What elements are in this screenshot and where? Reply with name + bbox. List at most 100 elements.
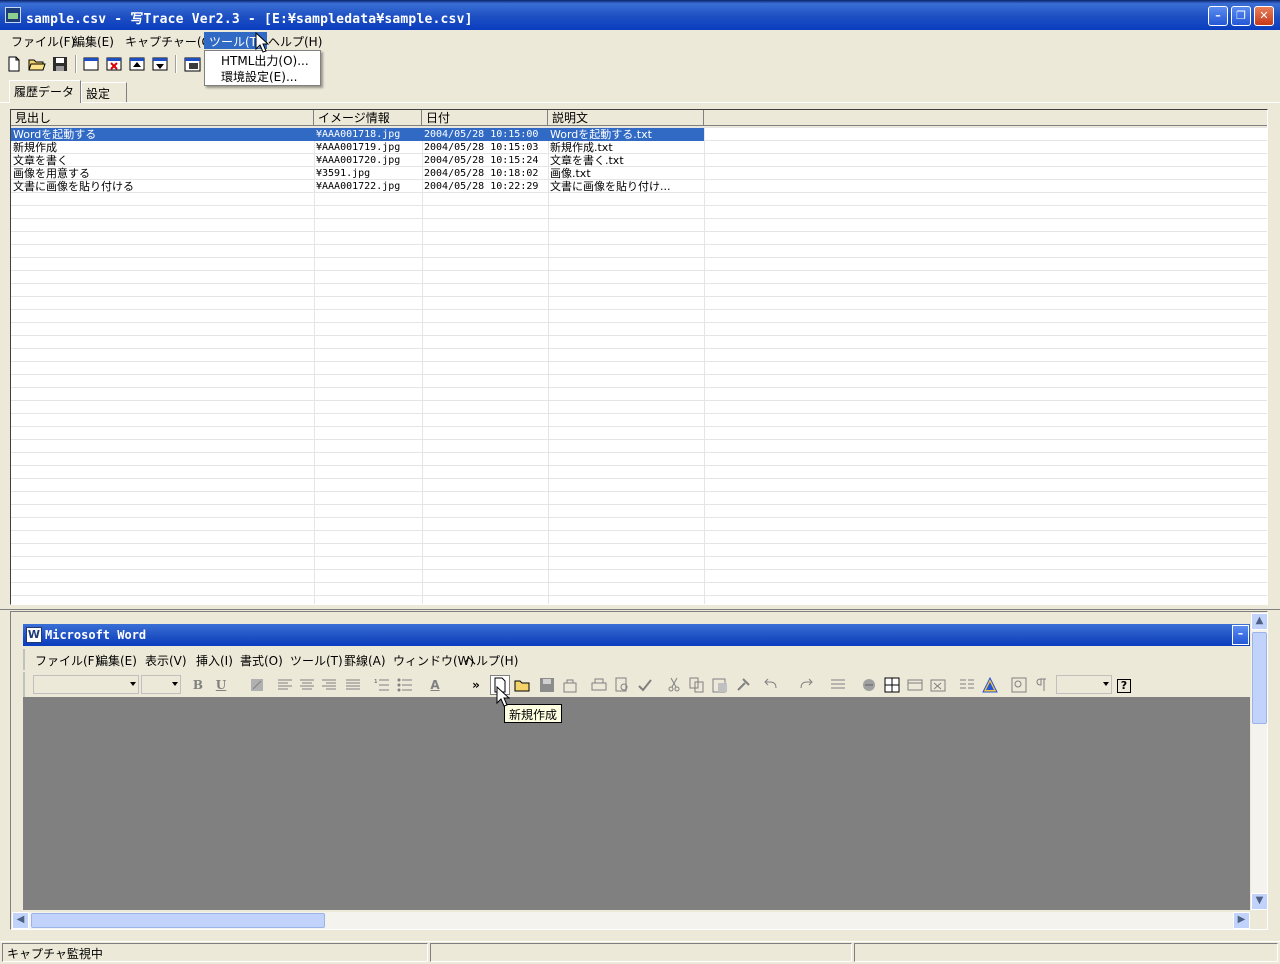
word-menu-bar: ファイル(F) 編集(E) 表示(V) 挿入(I) 書式(O) ツール(T) 罫… (23, 649, 1250, 670)
vertical-scroll-thumb[interactable] (1252, 632, 1267, 724)
delete-record-icon[interactable] (104, 54, 124, 74)
capture-icon[interactable] (182, 54, 202, 74)
zoom-combo[interactable] (1056, 675, 1112, 694)
cut-icon[interactable] (664, 675, 684, 695)
word-document-area[interactable] (23, 697, 1250, 910)
cell-date: 2004/05/28 10:22:29 (424, 181, 539, 192)
font-color-button[interactable]: A (425, 675, 445, 695)
word-menu-table[interactable]: 罫線(A) (344, 652, 386, 669)
paragraph-icon[interactable] (828, 675, 848, 695)
history-list-view[interactable]: 見出し イメージ情報 日付 説明文 Wordを起動する ¥AAA001718.jp… (10, 109, 1268, 605)
table-icon[interactable] (882, 675, 902, 695)
grid-line (11, 335, 1267, 336)
scroll-right-icon[interactable]: ▶ (1233, 912, 1250, 929)
restore-button[interactable]: ❐ (1231, 6, 1251, 26)
grid-line (11, 582, 1267, 583)
grid-line (11, 296, 1267, 297)
numbered-list-icon[interactable]: 1 (372, 675, 392, 695)
column-divider (422, 127, 423, 604)
menu-edit[interactable]: 編集(E) (68, 32, 119, 49)
save-disk-icon[interactable] (50, 54, 70, 74)
grid-line (11, 400, 1267, 401)
open-folder-icon[interactable] (513, 675, 533, 695)
word-menu-tools[interactable]: ツール(T) (290, 652, 343, 669)
open-folder-icon[interactable] (27, 54, 47, 74)
align-center-icon[interactable] (297, 675, 317, 695)
show-formatting-icon[interactable] (1032, 675, 1052, 695)
print-icon[interactable] (589, 675, 609, 695)
cell-description: 新規作成.txt (550, 141, 613, 154)
toolbar-separator (75, 55, 77, 73)
print-preview-icon[interactable] (612, 675, 632, 695)
scroll-down-icon[interactable]: ▼ (1251, 893, 1268, 910)
new-file-icon[interactable] (4, 54, 24, 74)
word-menu-view[interactable]: 表示(V) (145, 652, 187, 669)
word-menu-insert[interactable]: 挿入(I) (196, 652, 233, 669)
window-view-icon[interactable] (81, 54, 101, 74)
spellcheck-icon[interactable] (635, 675, 655, 695)
undo-icon[interactable] (762, 675, 782, 695)
cell-heading: 新規作成 (13, 141, 57, 154)
permission-icon[interactable] (560, 675, 580, 695)
tab-settings[interactable]: 設定 (81, 82, 127, 102)
word-minimize-button[interactable]: – (1232, 625, 1249, 645)
help-icon: ? (1117, 679, 1131, 693)
svg-text:1: 1 (374, 679, 378, 685)
justify-icon[interactable] (343, 675, 363, 695)
cell-heading: 画像を用意する (13, 167, 90, 180)
close-button[interactable]: ✕ (1254, 6, 1274, 26)
save-disk-icon[interactable] (537, 675, 557, 695)
cell-heading: 文章を書く (13, 154, 68, 167)
scroll-left-icon[interactable]: ◀ (12, 912, 29, 929)
paste-icon[interactable] (710, 675, 730, 695)
table-row[interactable]: Wordを起動する ¥AAA001718.jpg 2004/05/28 10:15:… (11, 128, 704, 141)
table-row[interactable]: 画像を用意する ¥3591.jpg 2004/05/28 10:18:02 画像.tx… (11, 167, 704, 180)
move-down-icon[interactable] (150, 54, 170, 74)
font-size-combo[interactable] (141, 675, 181, 694)
move-up-icon[interactable] (127, 54, 147, 74)
table-row[interactable]: 文章を書く ¥AAA001720.jpg 2004/05/28 10:15:24 文章… (11, 154, 704, 167)
grid-line (11, 465, 1267, 466)
pane-splitter[interactable] (0, 606, 1280, 610)
vertical-scrollbar[interactable]: ▲ ▼ (1250, 613, 1268, 910)
word-menu-file[interactable]: ファイル(F) (35, 652, 99, 669)
format-painter-icon[interactable] (733, 675, 753, 695)
cell-image: ¥AAA001720.jpg (316, 155, 401, 166)
insert-excel-icon[interactable] (928, 675, 948, 695)
columns-icon[interactable] (957, 675, 977, 695)
bullet-list-icon[interactable] (395, 675, 415, 695)
align-left-icon[interactable] (275, 675, 295, 695)
grid-line (11, 348, 1267, 349)
insert-table-icon[interactable] (905, 675, 925, 695)
copy-icon[interactable] (687, 675, 707, 695)
help-button[interactable]: ? (1114, 675, 1134, 695)
table-row[interactable]: 文書に画像を貼り付ける ¥AAA001722.jpg 2004/05/28 10:2… (11, 180, 704, 193)
horizontal-scrollbar[interactable]: ◀ ▶ (12, 912, 1250, 929)
word-menu-window[interactable]: ウィンドウ(W) (393, 652, 474, 669)
tab-history-data[interactable]: 履歴データ (9, 80, 81, 103)
word-menu-format[interactable]: 書式(O) (240, 652, 283, 669)
hyperlink-icon[interactable] (859, 675, 879, 695)
horizontal-scroll-thumb[interactable] (31, 913, 325, 928)
highlight-icon[interactable] (247, 675, 267, 695)
font-name-combo[interactable] (33, 675, 139, 694)
align-right-icon[interactable] (319, 675, 339, 695)
grid-line (11, 244, 1267, 245)
menu-item-html-export[interactable]: HTML出力(O)... (221, 52, 309, 69)
scroll-up-icon[interactable]: ▲ (1251, 613, 1268, 630)
document-map-icon[interactable] (1009, 675, 1029, 695)
underline-button[interactable]: U (211, 675, 231, 695)
drawing-icon[interactable] (980, 675, 1000, 695)
table-row[interactable]: 新規作成 ¥AAA001719.jpg 2004/05/28 10:15:03 新規作… (11, 141, 704, 154)
menu-help[interactable]: ヘルプ(H) (263, 32, 327, 49)
menu-item-preferences[interactable]: 環境設定(E)... (221, 68, 297, 85)
bold-button[interactable]: B (188, 675, 208, 695)
word-menu-help[interactable]: ヘルプ(H) (464, 652, 518, 669)
menu-bar: ファイル(F) 編集(E) キャプチャー(C) ツール(T) ヘルプ(H) (0, 30, 1280, 50)
redo-icon[interactable] (796, 675, 816, 695)
cell-date: 2004/05/28 10:18:02 (424, 168, 539, 179)
cell-heading: 文書に画像を貼り付ける (13, 180, 134, 193)
minimize-button[interactable]: – (1208, 6, 1228, 26)
word-menu-edit[interactable]: 編集(E) (96, 652, 137, 669)
more-buttons-icon[interactable]: » (466, 675, 486, 695)
